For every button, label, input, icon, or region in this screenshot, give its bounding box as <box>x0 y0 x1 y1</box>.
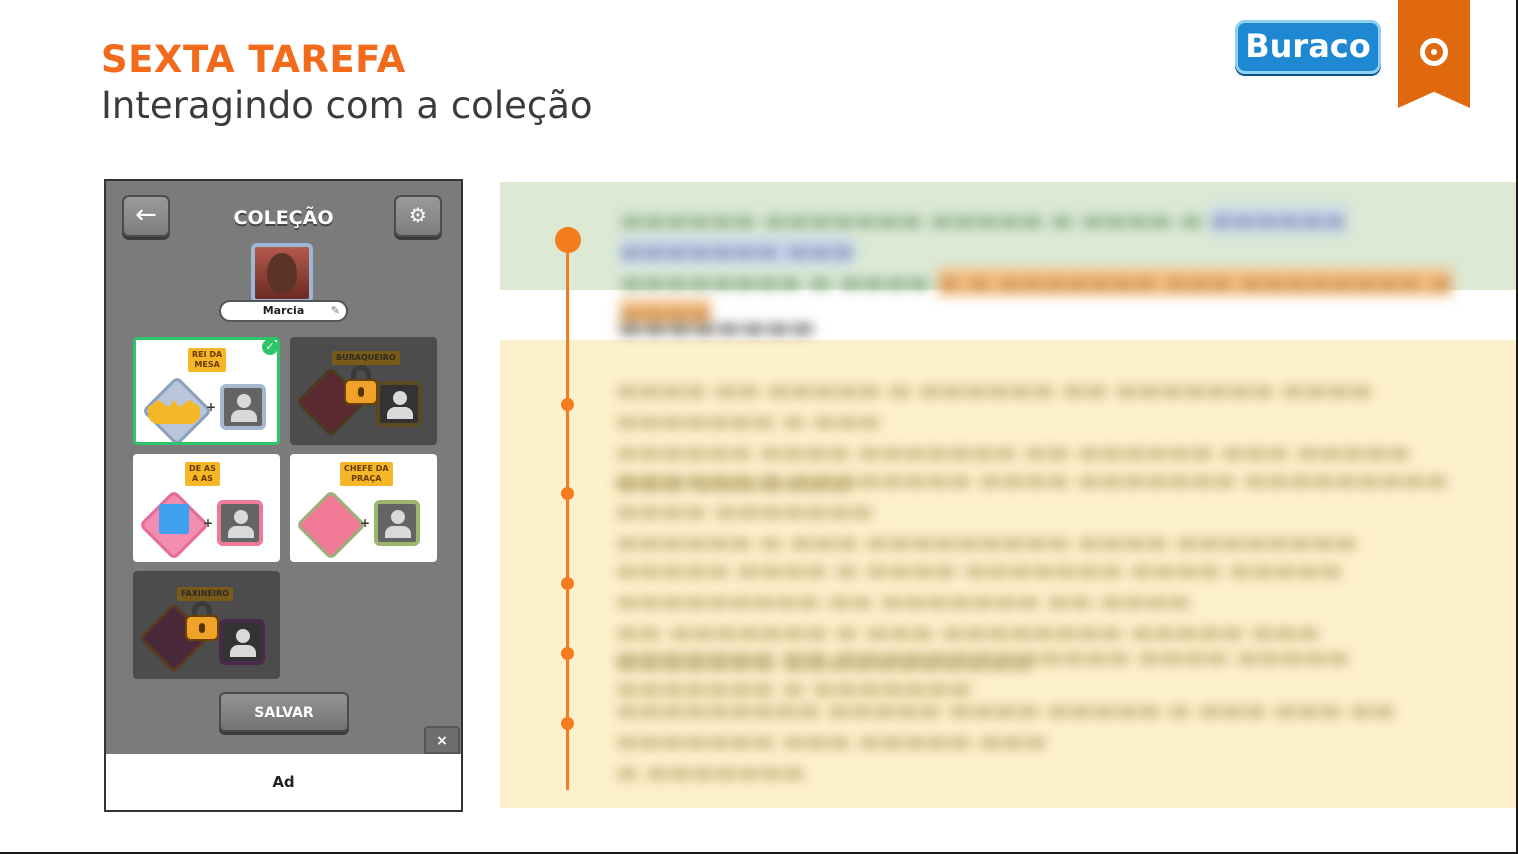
card-title-banner: DE AS A AS <box>185 462 220 486</box>
avatar-slot-icon <box>376 381 422 427</box>
collection-card-faxineiro[interactable]: FAXINEIRO <box>133 571 280 679</box>
padlock-icon <box>185 601 219 641</box>
plus-sign: + <box>203 516 214 530</box>
gears-icon: ⚙ <box>409 203 427 227</box>
card-title-line1: FAXINEIRO <box>181 589 229 598</box>
settings-button[interactable]: ⚙ <box>394 195 442 237</box>
timeline-dot <box>561 398 574 411</box>
player-name: Marcia <box>262 304 305 317</box>
card-title-line1: BURAQUEIRO <box>336 353 396 362</box>
player-name-field[interactable]: Marcia ✎ <box>219 300 348 322</box>
ad-banner[interactable]: Ad <box>106 754 461 810</box>
avatar-face <box>267 253 297 293</box>
card-title-banner: CHEFE DA PRAÇA <box>340 462 393 486</box>
avatar-slot-icon <box>219 619 265 665</box>
card-title-banner: BURAQUEIRO <box>332 351 400 365</box>
timeline-dot <box>561 717 574 730</box>
collection-card-de-as-a-as[interactable]: DE AS A AS + <box>133 454 280 562</box>
game-screenshot: ← COLEÇÃO ⚙ Marcia ✎ REI DA MESA + ✓ BUR… <box>104 179 463 812</box>
timeline-dot <box>561 487 574 500</box>
card-title-banner: REI DA MESA <box>188 348 227 372</box>
company-swirl-icon <box>1420 38 1448 66</box>
card-title-line2: MESA <box>194 360 220 369</box>
collection-card-buraqueiro[interactable]: BURAQUEIRO <box>290 337 437 445</box>
card-title-line2: A AS <box>191 474 213 483</box>
avatar-slot-icon <box>220 384 266 430</box>
timeline-dot <box>561 647 574 660</box>
collection-card-chefe-da-praca[interactable]: CHEFE DA PRAÇA + <box>290 454 437 562</box>
brand-ribbon <box>1398 0 1470 108</box>
card-title-line1: CHEFE DA <box>344 464 389 473</box>
plus-sign: + <box>206 400 217 414</box>
page-title: Interagindo com a coleção <box>101 84 593 127</box>
avatar-slot-icon <box>374 500 420 546</box>
summary-text-blurred: ▬▬▬▬▬▬ ▬▬▬▬▬▬▬ ▬▬▬▬▬ ▬ ▬▬▬▬ ▬ ▬▬▬▬▬▬ ▬▬▬… <box>620 206 1453 327</box>
close-ad-button[interactable]: × <box>424 726 460 754</box>
card-title-line1: REI DA <box>192 350 223 359</box>
padlock-icon <box>344 365 378 405</box>
crown-icon <box>148 400 200 424</box>
card-title-line1: DE AS <box>189 464 216 473</box>
pencil-icon: ✎ <box>330 304 340 317</box>
highlights-heading-blurred: ▬▬▬▬▬▬▬▬ <box>618 313 815 343</box>
gem-icon <box>295 489 367 561</box>
task-label: SEXTA TAREFA <box>101 38 406 81</box>
avatar[interactable] <box>251 243 313 303</box>
card-title-banner: FAXINEIRO <box>177 587 233 601</box>
cube-icon <box>159 504 189 534</box>
finding-text-blurred: ▬▬▬▬▬▬▬▬▬ ▬▬▬▬▬ ▬▬▬▬ ▬▬▬▬▬ ▬ ▬▬▬ ▬▬▬ ▬▬ … <box>616 696 1396 786</box>
check-icon: ✓ <box>260 340 277 357</box>
collection-card-rei-da-mesa[interactable]: REI DA MESA + ✓ <box>133 337 280 445</box>
finding-text-blurred: ▬▬▬▬▬▬ ▬ ▬▬▬▬▬▬▬▬ ▬▬▬▬ ▬▬▬▬▬▬▬ ▬▬▬▬▬▬▬▬▬… <box>616 466 1448 556</box>
plus-sign: + <box>360 516 371 530</box>
avatar-slot-icon <box>217 500 263 546</box>
timeline-dot <box>561 577 574 590</box>
save-button[interactable]: SALVAR <box>219 692 349 732</box>
timeline-line <box>566 240 569 790</box>
buraco-logo: Buraco <box>1235 20 1381 74</box>
timeline-start-dot <box>555 227 581 253</box>
card-title-line2: PRAÇA <box>351 474 382 483</box>
